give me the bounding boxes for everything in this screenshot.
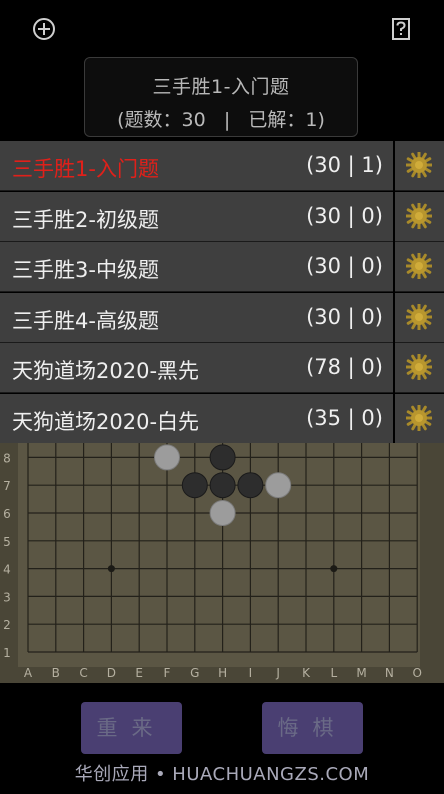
settings-button[interactable] (395, 191, 444, 242)
gear-icon (406, 253, 432, 279)
row-label: 2 (3, 618, 11, 632)
gear-icon (406, 404, 432, 431)
problem-set-item[interactable]: 三手胜2-初级题 (30 | 0) (0, 191, 393, 242)
column-label: G (190, 666, 199, 680)
problem-set-item[interactable]: 天狗道场2020-白先 (35 | 0) (0, 393, 393, 444)
column-label: F (164, 666, 171, 680)
black-stone[interactable] (209, 472, 236, 499)
row-label: 5 (3, 535, 11, 549)
problem-set-count: (78 | 0) (306, 355, 383, 379)
column-label: E (135, 666, 143, 680)
problem-set-count: (30 | 0) (306, 304, 383, 329)
undo-button[interactable]: 悔棋 (262, 702, 363, 754)
problem-set-name: 三手胜3-中级题 (12, 258, 159, 282)
column-label: A (24, 666, 33, 680)
question-box-icon[interactable] (386, 14, 416, 44)
problem-set-count: (30 | 1) (306, 153, 383, 177)
board-canvas[interactable]: 1 2 3 4 5 6 7 8 A B C D E F G H I J K L M N O (0, 429, 444, 683)
problem-set-row[interactable]: 天狗道场2020-黑先 (78 | 0) (0, 343, 444, 393)
gear-icon (406, 152, 432, 178)
column-label: H (218, 666, 227, 680)
problem-set-name: 三手胜1-入门题 (12, 157, 159, 181)
gear-icon (406, 354, 432, 380)
white-stone[interactable] (265, 472, 292, 499)
problem-set-row[interactable]: 三手胜3-中级题 (30 | 0) (0, 242, 444, 292)
column-label: O (412, 666, 421, 680)
settings-button[interactable] (395, 343, 444, 393)
star-point (107, 565, 115, 573)
column-label: L (330, 666, 337, 680)
star-point (330, 565, 338, 573)
problem-set-row[interactable]: 三手胜1-入门题 (30 | 1) (0, 141, 444, 191)
white-stone[interactable] (154, 444, 180, 471)
problem-set-item[interactable]: 天狗道场2020-黑先 (78 | 0) (0, 343, 393, 393)
row-label: 3 (3, 590, 11, 604)
column-label: J (275, 666, 280, 680)
problem-set-name: 天狗道场2020-白先 (12, 409, 200, 434)
settings-button[interactable] (395, 242, 444, 292)
problem-set-count: (30 | 0) (306, 203, 383, 228)
column-label: I (249, 666, 253, 680)
problem-set-row[interactable]: 三手胜4-高级题 (30 | 0) (0, 292, 444, 343)
summary-title: 三手胜1-入门题 (152, 76, 290, 98)
white-stone[interactable] (209, 500, 236, 526)
problem-set-item[interactable]: 三手胜3-中级题 (30 | 0) (0, 242, 393, 292)
problem-set-row[interactable]: 天狗道场2020-白先 (35 | 0) (0, 393, 444, 444)
black-stone[interactable] (209, 444, 236, 471)
row-label: 8 (3, 451, 11, 465)
black-stone[interactable] (237, 472, 264, 499)
problem-set-name: 三手胜4-高级题 (12, 308, 159, 333)
problem-set-row[interactable]: 三手胜2-初级题 (30 | 0) (0, 191, 444, 242)
plus-circle-icon[interactable] (29, 14, 59, 44)
settings-button[interactable] (395, 393, 444, 444)
settings-button[interactable] (395, 292, 444, 343)
problem-set-item[interactable]: 三手胜4-高级题 (30 | 0) (0, 292, 393, 343)
row-label: 6 (3, 507, 11, 521)
gear-icon (406, 303, 432, 330)
summary-stats: (题数：30 | 已解：1) (117, 109, 325, 131)
column-label: D (107, 666, 116, 680)
column-label: M (356, 666, 366, 680)
top-bar (0, 0, 444, 56)
gear-icon (406, 202, 432, 229)
problem-set-name: 天狗道场2020-黑先 (12, 359, 200, 383)
problem-set-count: (35 | 0) (306, 405, 383, 430)
black-stone[interactable] (181, 472, 208, 499)
row-label: 7 (3, 479, 11, 493)
restart-button[interactable]: 重来 (81, 702, 182, 754)
row-label: 4 (3, 563, 11, 577)
watermark: 华创应用 • HUACHUANGZS.COM (74, 764, 370, 785)
problem-set-name: 三手胜2-初级题 (12, 207, 159, 232)
column-label: K (302, 666, 311, 680)
problem-set-item[interactable]: 三手胜1-入门题 (30 | 1) (0, 141, 393, 191)
problem-set-count: (30 | 0) (306, 254, 383, 278)
problem-set-summary: 三手胜1-入门题 (题数：30 | 已解：1) (84, 57, 358, 137)
go-board[interactable]: 1 2 3 4 5 6 7 8 A B C D E F G H I J K L M N O (0, 429, 444, 683)
column-label: N (385, 666, 394, 680)
row-label: 1 (3, 646, 11, 660)
column-label: B (52, 666, 60, 680)
settings-button[interactable] (395, 141, 444, 191)
column-label: C (79, 666, 87, 680)
